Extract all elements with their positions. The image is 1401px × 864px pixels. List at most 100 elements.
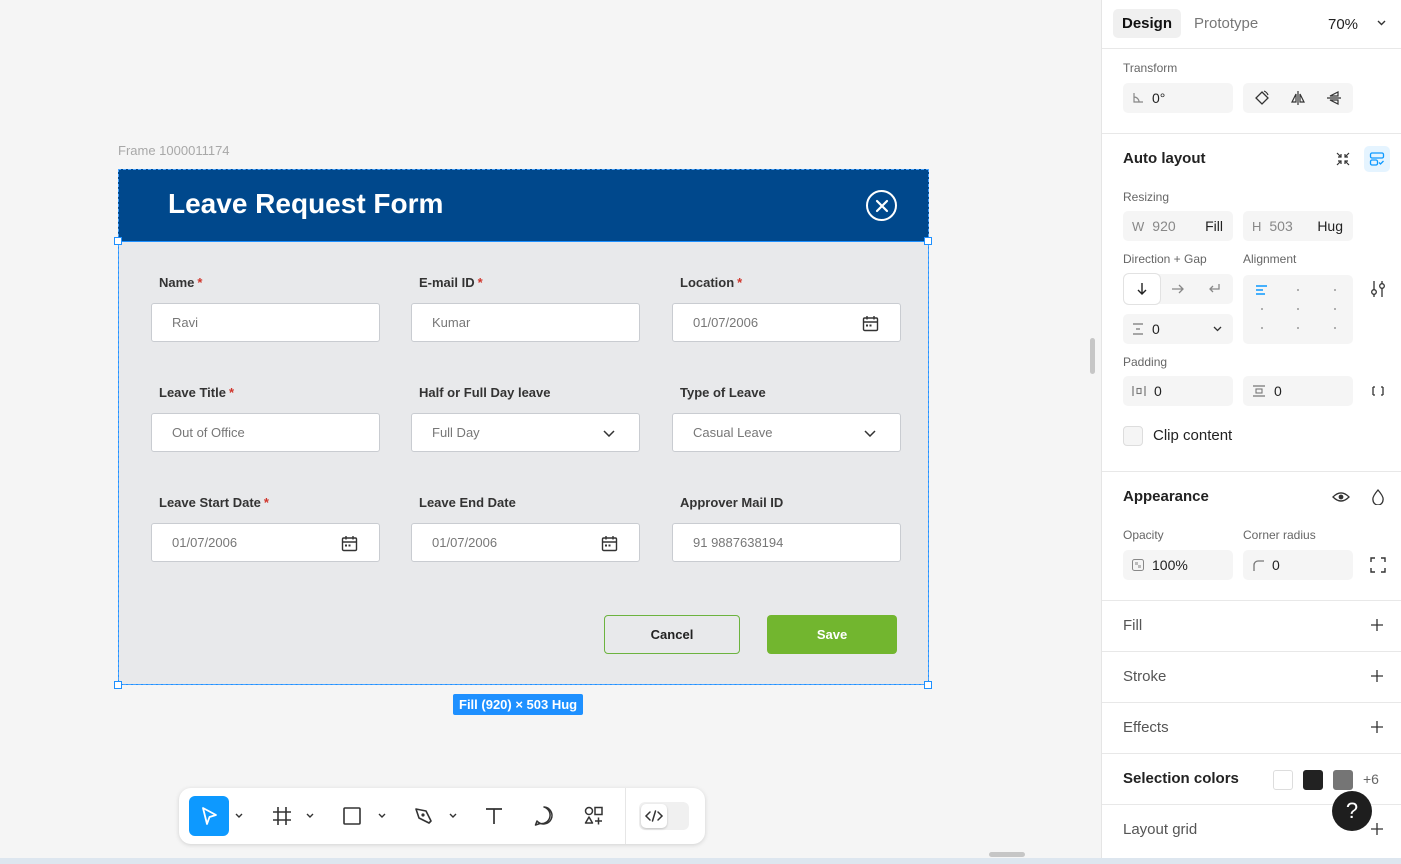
approver-mail-id-input[interactable]: 91 9887638194 (672, 523, 901, 562)
individual-padding-button[interactable] (1365, 378, 1391, 404)
chevron-down-icon[interactable] (448, 810, 458, 820)
dev-mode-toggle[interactable] (639, 802, 689, 830)
rotation-value[interactable]: 0° (1152, 90, 1165, 106)
gap-icon (1132, 323, 1144, 335)
height-mode[interactable]: Hug (1317, 218, 1343, 234)
add-effect-button[interactable] (1364, 714, 1390, 740)
calendar-icon[interactable] (339, 533, 359, 553)
text-tool-button[interactable] (479, 796, 509, 836)
leave-title-input[interactable]: Out of Office (151, 413, 380, 452)
opacity-field[interactable]: 100% (1123, 550, 1233, 580)
code-icon (644, 810, 664, 822)
advanced-layout-settings-button[interactable] (1365, 276, 1391, 302)
transform-actions (1243, 83, 1353, 113)
height-field[interactable]: H 503 Hug (1243, 211, 1353, 241)
padding-vertical-value[interactable]: 0 (1274, 383, 1282, 399)
toggle-visibility-button[interactable] (1328, 484, 1354, 510)
flip-vertical-button[interactable] (1316, 83, 1352, 113)
direction-vertical-button[interactable] (1124, 274, 1160, 304)
approver-mail-id-label: Approver Mail ID (680, 495, 783, 510)
add-stroke-button[interactable] (1364, 663, 1390, 689)
direction-wrap-button[interactable] (1196, 274, 1232, 304)
leave-end-date-input[interactable]: 01/07/2006 (411, 523, 640, 562)
corner-radius-value[interactable]: 0 (1272, 557, 1280, 573)
rotation-field[interactable]: 0° (1123, 83, 1233, 113)
height-value[interactable]: 503 (1269, 218, 1292, 234)
add-fill-button[interactable] (1364, 612, 1390, 638)
form-header[interactable]: Leave Request Form (118, 169, 929, 241)
chevron-down-icon[interactable] (599, 423, 619, 443)
cancel-button[interactable]: Cancel (604, 615, 740, 654)
opacity-value[interactable]: 100% (1152, 557, 1188, 573)
save-button[interactable]: Save (767, 615, 897, 654)
padding-horizontal-value[interactable]: 0 (1154, 383, 1162, 399)
close-button[interactable] (866, 190, 897, 221)
resize-handle-top-left[interactable] (114, 237, 122, 245)
auto-layout-settings-button[interactable] (1364, 146, 1390, 172)
resize-handle-bottom-right[interactable] (924, 681, 932, 689)
width-field[interactable]: W 920 Fill (1123, 211, 1233, 241)
type-of-leave-value: Casual Leave (693, 425, 773, 440)
chevron-down-icon[interactable] (377, 810, 387, 820)
suggest-auto-layout-button[interactable] (1330, 146, 1356, 172)
padding-vertical-field[interactable]: 0 (1243, 376, 1353, 406)
color-swatch[interactable] (1303, 770, 1323, 790)
alignment-grid[interactable] (1243, 275, 1353, 344)
name-input[interactable]: Ravi (151, 303, 380, 342)
close-icon (875, 199, 888, 212)
tab-prototype[interactable]: Prototype (1185, 9, 1267, 38)
chevron-down-icon[interactable] (234, 810, 244, 820)
direction-horizontal-button[interactable] (1160, 274, 1196, 304)
help-button[interactable]: ? (1332, 791, 1372, 831)
resize-handle-bottom-left[interactable] (114, 681, 122, 689)
assets-tool-button[interactable] (579, 796, 609, 836)
independent-corners-button[interactable] (1365, 552, 1391, 578)
color-swatch[interactable] (1333, 770, 1353, 790)
gap-field[interactable]: 0 (1123, 314, 1233, 344)
frame-label[interactable]: Frame 1000011174 (118, 143, 230, 158)
half-or-full-day-leave-label: Half or Full Day leave (419, 385, 551, 400)
color-swatch[interactable] (1273, 770, 1293, 790)
width-mode[interactable]: Fill (1205, 218, 1223, 234)
name-label: Name * (159, 275, 202, 290)
frame-tool-button[interactable] (267, 796, 297, 836)
chevron-down-icon[interactable] (1213, 326, 1222, 332)
comment-tool-button[interactable] (529, 796, 559, 836)
leave-start-date-input[interactable]: 01/07/2006 (151, 523, 380, 562)
corner-radius-field[interactable]: 0 (1243, 550, 1353, 580)
zoom-level[interactable]: 70% (1328, 16, 1358, 33)
flip-horizontal-button[interactable] (1280, 83, 1316, 113)
gap-value[interactable]: 0 (1152, 321, 1160, 337)
stroke-heading: Stroke (1123, 668, 1167, 685)
padding-horizontal-field[interactable]: 0 (1123, 376, 1233, 406)
approver-mail-id-value: 91 9887638194 (693, 535, 784, 550)
calendar-icon[interactable] (860, 313, 880, 333)
e-mail-id-input[interactable]: Kumar (411, 303, 640, 342)
horizontal-scrollbar[interactable] (989, 852, 1025, 857)
type-of-leave-select[interactable]: Casual Leave (672, 413, 901, 452)
size-badge: Fill (920) × 503 Hug (453, 694, 584, 715)
selection-colors-heading: Selection colors (1123, 770, 1239, 787)
vertical-scrollbar[interactable] (1090, 338, 1095, 374)
leave-end-date-label: Leave End Date (419, 495, 516, 510)
angle-icon (1132, 92, 1144, 104)
half-or-full-day-leave-select[interactable]: Full Day (411, 413, 640, 452)
location-input[interactable]: 01/07/2006 (672, 303, 901, 342)
rotate-90-button[interactable] (1244, 83, 1280, 113)
more-colors-count[interactable]: +6 (1363, 771, 1379, 787)
chevron-down-icon[interactable] (860, 423, 880, 443)
clip-content-checkbox[interactable] (1123, 426, 1143, 446)
pen-tool-button[interactable] (409, 796, 439, 836)
form-body[interactable]: Name * Ravi E-mail ID * Kumar Location * 01/07/2… (118, 241, 929, 685)
tab-design[interactable]: Design (1113, 9, 1182, 38)
rectangle-tool-button[interactable] (337, 796, 367, 836)
calendar-icon[interactable] (599, 533, 619, 553)
design-canvas[interactable]: Frame 1000011174 Leave Request Form Name… (0, 0, 1101, 864)
chevron-down-icon[interactable] (305, 810, 315, 820)
corner-radius-icon (1252, 559, 1264, 571)
move-tool-button[interactable] (189, 796, 229, 836)
resize-handle-top-right[interactable] (924, 237, 932, 245)
chevron-down-icon[interactable] (1368, 10, 1394, 36)
width-value[interactable]: 920 (1152, 218, 1175, 234)
blend-mode-button[interactable] (1365, 484, 1391, 510)
